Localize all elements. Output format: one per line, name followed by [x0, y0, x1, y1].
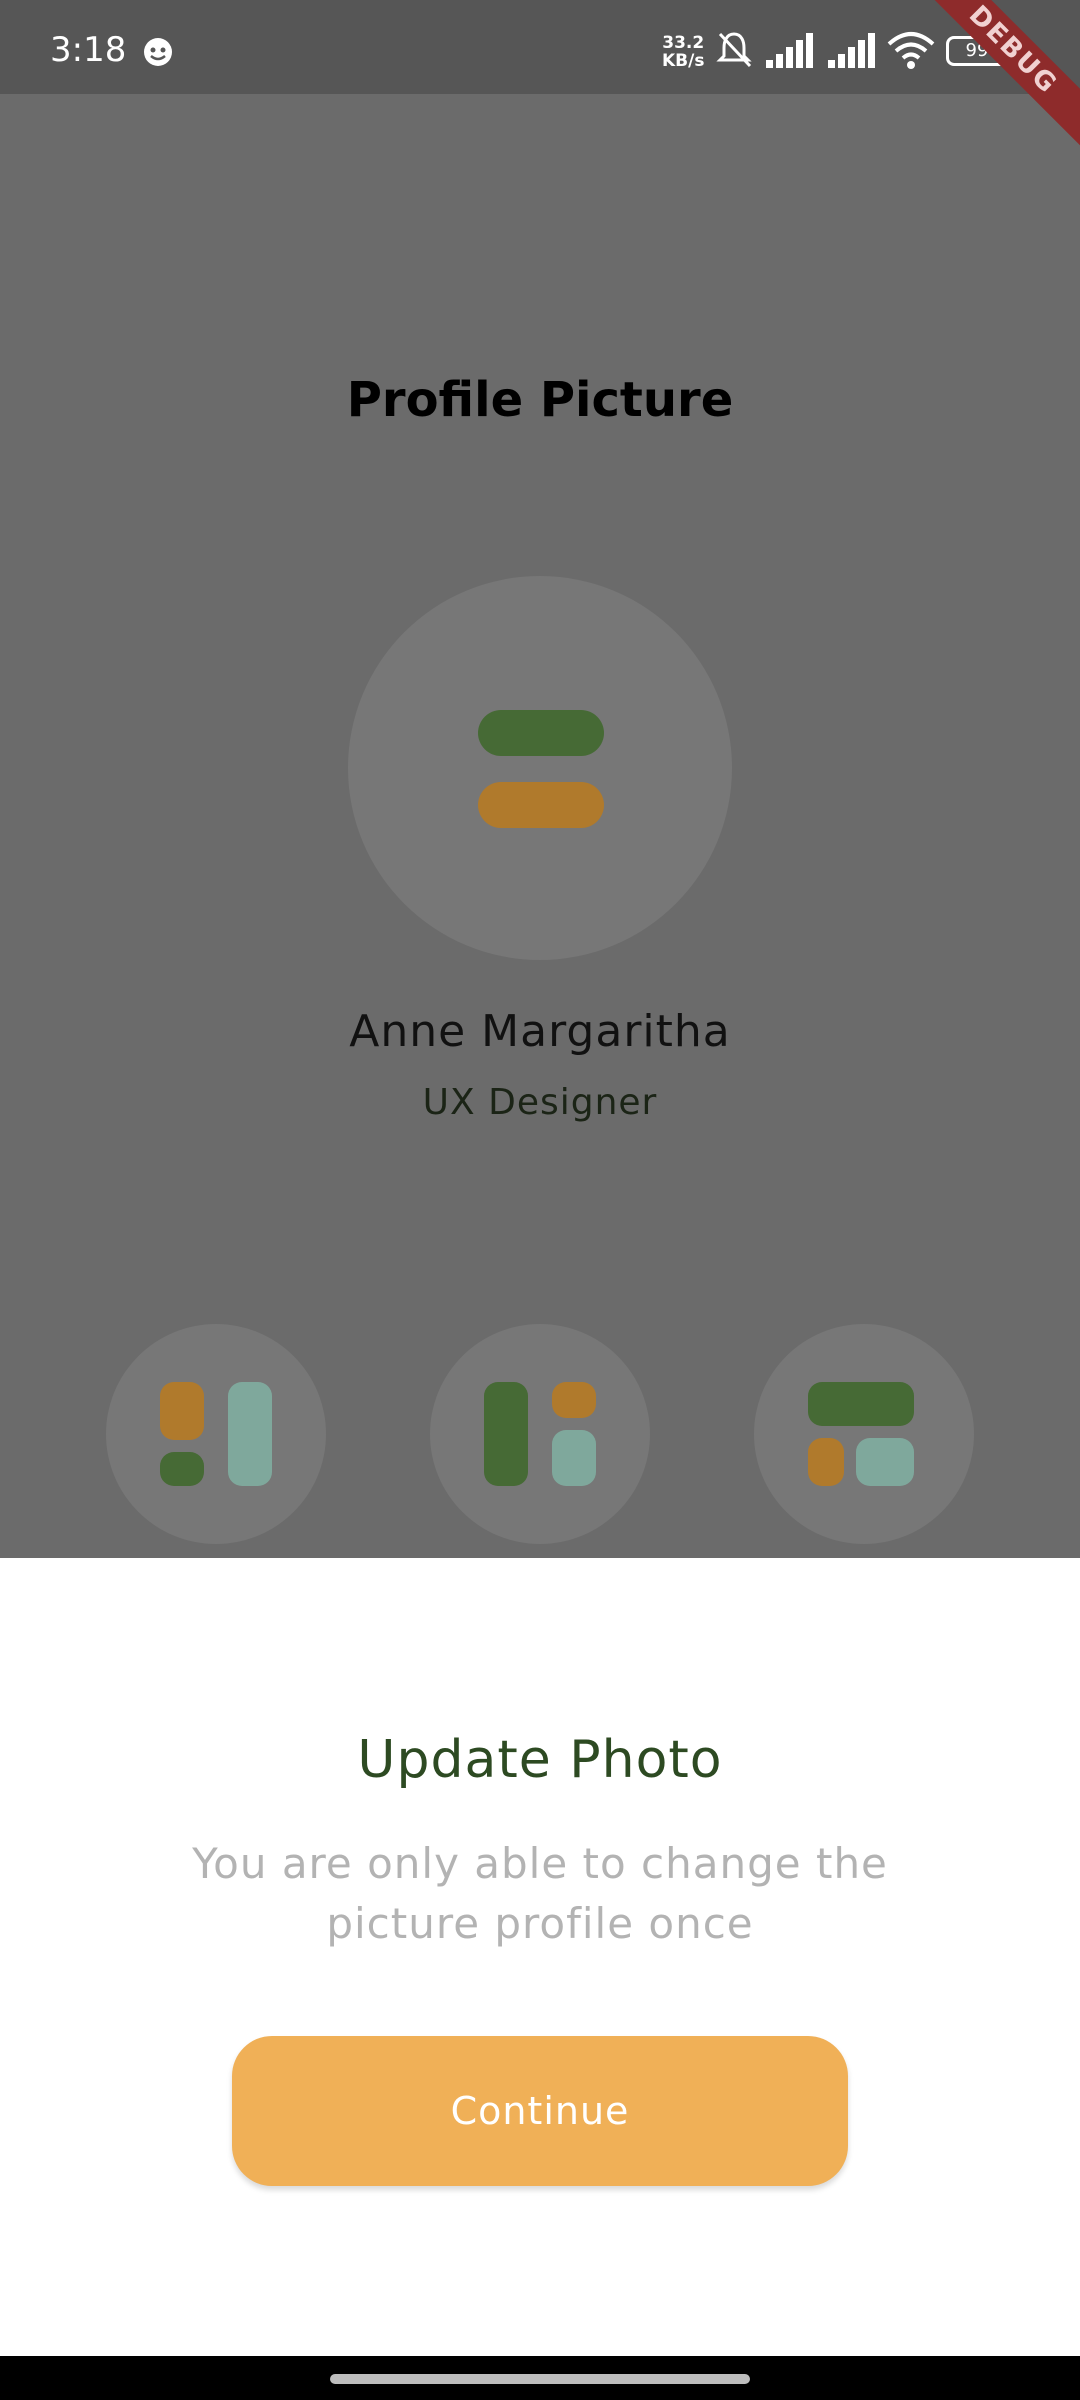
notification-app-icon: [144, 38, 172, 66]
option-block: [552, 1382, 596, 1418]
avatar-option-2[interactable]: [430, 1324, 650, 1544]
bell-muted-icon: [716, 32, 752, 68]
option-block: [856, 1438, 914, 1486]
avatar-bar-orange: [478, 782, 604, 828]
avatar-bar-green: [478, 710, 604, 756]
debug-banner: DEBUG: [910, 0, 1080, 153]
avatar-option-1[interactable]: [106, 1324, 326, 1544]
home-indicator[interactable]: [330, 2374, 750, 2384]
network-speed: 33.2 KB/s: [662, 33, 705, 71]
option-block: [160, 1382, 204, 1440]
option-block: [160, 1452, 204, 1486]
signal-icon-2: [828, 33, 875, 68]
profile-name: Anne Margaritha: [349, 1006, 731, 1057]
avatar-option-3[interactable]: [754, 1324, 974, 1544]
option-block: [808, 1382, 914, 1426]
sheet-title: Update Photo: [357, 1730, 723, 1790]
option-block: [228, 1382, 272, 1486]
sheet-description: You are only able to change the picture …: [192, 1839, 888, 1948]
wifi-icon: [887, 32, 935, 69]
update-photo-sheet: Update Photo You are only able to change…: [0, 1558, 1080, 2356]
profile-avatar[interactable]: [348, 576, 732, 960]
option-block: [552, 1430, 596, 1486]
status-bar: 3:18 33.2 KB/s 99 DEBUG: [0, 0, 1080, 153]
navigation-bar: [0, 2356, 1080, 2400]
option-block: [484, 1382, 528, 1486]
signal-icon-1: [766, 33, 813, 68]
continue-button[interactable]: Continue: [232, 2036, 848, 2186]
status-time: 3:18: [50, 30, 127, 70]
profile-role: UX Designer: [422, 1082, 658, 1123]
page-title: Profile Picture: [346, 372, 734, 428]
option-block: [808, 1438, 844, 1486]
